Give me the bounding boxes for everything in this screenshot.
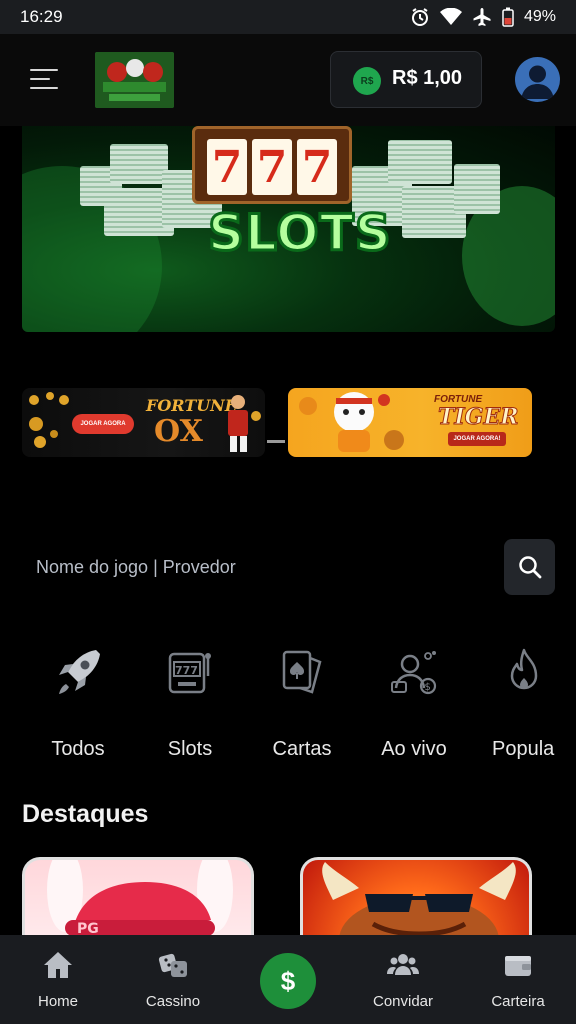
nav-cassino[interactable]: Cassino	[123, 935, 223, 1024]
user-avatar-icon[interactable]	[515, 57, 560, 102]
slot-machine-graphic: 7 7 7	[192, 126, 352, 204]
reel-2: 7	[252, 139, 292, 195]
wifi-icon	[439, 8, 462, 25]
svg-text:$: $	[425, 682, 431, 693]
app-header: R$ R$ 1,00	[0, 34, 576, 126]
category-label: Ao vivo	[381, 738, 447, 760]
search-button[interactable]	[504, 539, 555, 595]
promo-ox-name: OX	[154, 414, 203, 449]
category-label: Popula	[492, 738, 555, 760]
category-label: Todos	[51, 738, 105, 760]
cards-icon	[282, 650, 322, 694]
nav-label: Convidar	[372, 993, 434, 1010]
search-input[interactable]	[22, 539, 502, 595]
category-popular[interactable]: Popula	[474, 640, 574, 770]
featured-section-title: Destaques	[22, 800, 149, 828]
battery-icon	[502, 7, 514, 27]
wallet-icon	[505, 956, 531, 976]
status-bar: 16:29 49%	[0, 0, 576, 34]
deposit-icon: $	[280, 965, 296, 996]
slot-machine-icon: 777	[168, 652, 211, 694]
category-cartas[interactable]: Cartas	[252, 640, 352, 770]
users-icon	[387, 954, 419, 975]
status-icons: 49%	[410, 7, 556, 27]
reel-3: 7	[297, 139, 337, 195]
promo-banner-fortune-ox[interactable]: JOGAR AGORA FORTUNE OX	[22, 388, 265, 457]
battery-percentage: 49%	[523, 8, 556, 25]
category-label: Cartas	[272, 738, 332, 760]
balance-button[interactable]: R$ R$ 1,00	[330, 51, 482, 108]
category-ao-vivo[interactable]: $ Ao vivo	[364, 640, 464, 770]
carousel-indicator	[267, 440, 285, 443]
balance-amount: R$ 1,00	[392, 67, 463, 89]
hamburger-menu-icon[interactable]	[30, 66, 60, 92]
hero-banner[interactable]: 7 7 7 SLOTS	[22, 126, 555, 332]
nav-convidar[interactable]: Convidar	[353, 935, 453, 1024]
nav-home[interactable]: Home	[8, 935, 108, 1024]
status-time: 16:29	[20, 7, 63, 26]
bottom-navigation: Home Cassino $ Convidar Carteira	[0, 935, 576, 1024]
promo-tiger-name: TIGER	[438, 404, 520, 431]
svg-text:777: 777	[175, 664, 198, 677]
rocket-icon	[59, 650, 100, 694]
nav-label: Home	[37, 993, 78, 1010]
currency-badge-icon: R$	[353, 67, 381, 95]
nav-label: Carteira	[491, 993, 545, 1010]
dice-icon	[158, 953, 187, 977]
promo-tiger-play-button[interactable]: JOGAR AGORA!	[448, 432, 506, 446]
hero-title: SLOTS	[207, 203, 393, 264]
alarm-icon	[411, 8, 428, 26]
nav-deposit-button[interactable]: $	[260, 953, 316, 1009]
fire-icon	[510, 648, 538, 690]
promo-banner-fortune-tiger[interactable]: FORTUNE TIGER JOGAR AGORA!	[288, 388, 532, 457]
promo-ox-play-button[interactable]: JOGAR AGORA	[72, 414, 134, 434]
category-label: Slots	[167, 738, 213, 760]
category-slots[interactable]: 777 Slots	[140, 640, 240, 770]
airplane-icon	[473, 8, 491, 26]
brand-logo[interactable]	[95, 52, 174, 108]
reel-1: 7	[207, 139, 247, 195]
category-todos[interactable]: Todos	[28, 640, 128, 770]
nav-label: Cassino	[145, 993, 201, 1010]
live-dealer-icon: $	[391, 651, 437, 695]
search-icon	[518, 556, 541, 579]
nav-carteira[interactable]: Carteira	[468, 935, 568, 1024]
home-icon	[44, 952, 72, 978]
